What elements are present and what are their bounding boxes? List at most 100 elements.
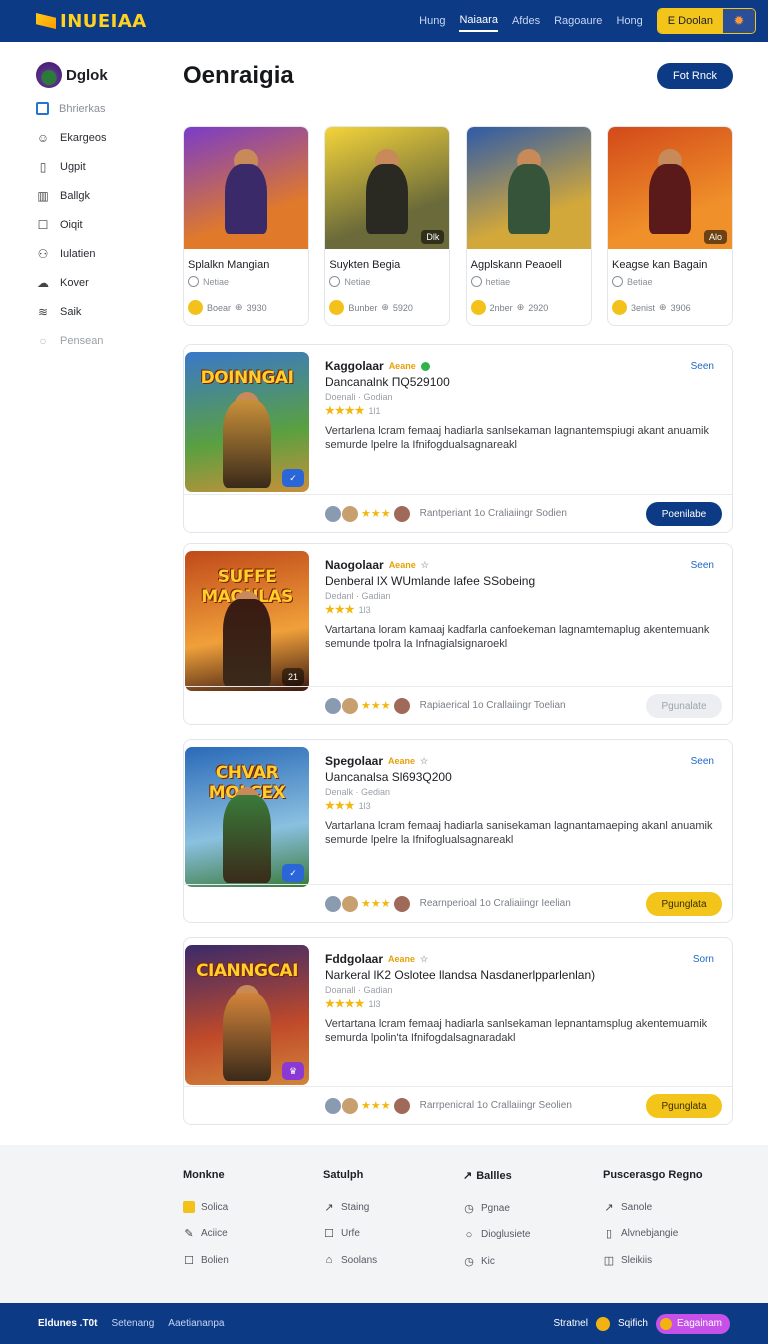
logo[interactable]: INUEIAA	[36, 11, 147, 32]
sidebar-item-2[interactable]: ☺ Ekargeos	[36, 123, 166, 152]
star-outline-icon[interactable]: ☆	[420, 756, 428, 767]
listing-description: Vertartana lcram femaaj hadiarla sanlsek…	[325, 1018, 708, 1044]
bottom-link[interactable]: Aaetiananpa	[168, 1318, 224, 1329]
listing-price: Uancanalsa Sl693Q200	[325, 770, 452, 784]
coin-icon	[470, 300, 486, 315]
footer-link[interactable]: ◫ Sleikiis	[603, 1247, 743, 1274]
stars-icon: ★★★	[361, 1100, 391, 1112]
footer-link[interactable]: ✎ Aciice	[183, 1221, 323, 1248]
listing-thumbnail[interactable]: DOINNGAI ✓	[185, 352, 309, 492]
listing-thumbnail[interactable]: CIANNGCAI ♛	[185, 945, 309, 1085]
save-link[interactable]: Seen	[691, 361, 714, 372]
footer-link[interactable]: ○ Dioglusiete	[463, 1222, 603, 1249]
listing-action-button[interactable]: Pgunglata	[646, 1094, 722, 1118]
character-figure-shape	[225, 163, 267, 234]
avatar[interactable]	[36, 62, 62, 88]
featured-card[interactable]: Dlk Suykten Begia Netiae Bunber ⊕ 5920	[324, 126, 451, 326]
nav-item-5[interactable]: Hong	[616, 11, 642, 31]
listing-action-button[interactable]: Poenilabe	[646, 502, 722, 526]
nav-item-1[interactable]: Hung	[419, 11, 445, 31]
radio-icon[interactable]	[470, 276, 482, 287]
footer-link[interactable]: ▯ Alvnebjangie	[603, 1221, 743, 1248]
sidebar-item-label: Iulatien	[60, 247, 96, 260]
featured-thumbnail[interactable]	[466, 127, 591, 249]
featured-thumbnail[interactable]: Dlk	[325, 127, 450, 249]
bottom-link[interactable]: Eldunes .T0t	[38, 1318, 97, 1329]
star-outline-icon[interactable]: ☆	[421, 560, 429, 571]
featured-thumbnail[interactable]: Alo	[607, 127, 732, 249]
radio-icon[interactable]	[188, 276, 199, 287]
square-icon: ☐	[37, 217, 49, 232]
footer-link[interactable]: ◷ Pgnae	[463, 1195, 603, 1222]
star-outline-icon[interactable]: ☆	[420, 954, 428, 965]
radio-icon[interactable]	[611, 276, 623, 287]
footer-link[interactable]: ↗ Staing	[323, 1194, 463, 1221]
footer-column-title: Puscerasgo Regno	[603, 1169, 703, 1181]
square-icon	[36, 102, 49, 115]
footer-link[interactable]: ☐ Urfe	[323, 1221, 463, 1248]
sidebar-item-8[interactable]: ≋ Saik	[36, 297, 166, 326]
sidebar-item-7[interactable]: ☁ Kover	[36, 268, 166, 297]
save-link[interactable]: Seen	[691, 560, 714, 571]
featured-card[interactable]: Splalkn Mangian Netiae Boear ⊕ 3930	[183, 126, 309, 326]
sidebar-item-label: Ekargeos	[60, 131, 107, 144]
verified-icon: ✓	[282, 469, 304, 487]
rating-value: 1l3	[358, 801, 371, 811]
eye-icon: ⊕	[381, 302, 389, 312]
bottom-right-label[interactable]: Stratnel	[553, 1318, 587, 1329]
listing-thumbnail[interactable]: SUFFE MAONLAS 21	[185, 551, 309, 691]
featured-title: Keagse kan Bagain	[611, 259, 708, 271]
page-title: Oenraigia	[183, 62, 294, 89]
avatar	[393, 505, 410, 522]
hero-figure-shape	[223, 993, 271, 1081]
footer-link[interactable]: ◷ Kic	[463, 1248, 603, 1275]
footer-link[interactable]: ↗ Sanole	[603, 1194, 743, 1221]
explore-button[interactable]: Eagainam	[655, 1313, 730, 1334]
sidebar-item-6[interactable]: ⚇ Iulatien	[36, 239, 166, 268]
featured-thumbnail[interactable]	[184, 127, 308, 249]
save-link[interactable]: Seen	[691, 756, 714, 767]
user-icon: ☺	[36, 130, 50, 145]
avatar	[342, 697, 358, 714]
listing-thumbnail[interactable]: CHVAR MOLCEX ✓	[185, 747, 309, 887]
nav-item-3[interactable]: Afdes	[512, 11, 540, 31]
feedback-button[interactable]: Fot Rnck	[656, 63, 733, 89]
radio-icon[interactable]	[329, 276, 341, 287]
listing-action-button[interactable]: Pgunalate	[646, 694, 722, 718]
signin-button[interactable]: E Doolan	[657, 9, 723, 33]
featured-card[interactable]: Alo Keagse kan Bagain Betiae 3enist ⊕ 3906	[606, 126, 733, 326]
sidebar-item-label: Ballgk	[60, 189, 90, 202]
nav-item-2[interactable]: Naiaara	[459, 10, 498, 32]
bottom-link[interactable]: Setenang	[111, 1318, 154, 1329]
footer-link[interactable]: Solica	[183, 1194, 323, 1221]
avatar	[342, 505, 358, 522]
sidebar-item-3[interactable]: ▯ Ugpit	[36, 152, 166, 181]
bottom-right-label[interactable]: Sqifich	[618, 1318, 648, 1329]
avatar	[325, 697, 341, 714]
featured-games: Splalkn Mangian Netiae Boear ⊕ 3930 Dlk Su…	[183, 126, 733, 326]
main-content: Oenraigia Fot Rnck Splalkn Mangian Netia…	[183, 58, 733, 1125]
listing-rating: ★★★★ 1l3	[325, 997, 715, 1010]
featured-card[interactable]: Agplskann Peaoell hetiae 2nber ⊕ 2920	[465, 126, 592, 326]
nav-item-4[interactable]: Ragoaure	[554, 11, 602, 31]
sidebar-item-9[interactable]: ○ Pensean	[36, 326, 166, 355]
gear-icon[interactable]: ✹	[723, 9, 755, 33]
footer-column: Satulph ↗ Staing ☐ Urfe ⌂ Soolans	[323, 1169, 463, 1275]
save-link[interactable]: Sorn	[693, 954, 714, 965]
clock-icon: ◷	[464, 1202, 474, 1215]
listing-action-button[interactable]: Pgunglata	[646, 892, 722, 916]
sidebar-item-1[interactable]: Bhrierkas	[36, 94, 166, 123]
sidebar: Dglok Bhrierkas ☺ Ekargeos ▯ Ugpit ▥ Bal…	[36, 60, 166, 355]
footer-link[interactable]: ☐ Bolien	[183, 1247, 323, 1274]
sidebar-item-5[interactable]: ☐ Oiqit	[36, 210, 166, 239]
sidebar-item-4[interactable]: ▥ Ballgk	[36, 181, 166, 210]
document-icon: ▯	[39, 159, 47, 174]
footer-link[interactable]: ⌂ Soolans	[323, 1247, 463, 1274]
listing-price: Denberal lX WUmlande lafee SSobeing	[325, 574, 536, 588]
listing-price: Narkeral lK2 Oslotee llandsa Nasdanerlpp…	[325, 968, 596, 982]
top-nav: Hung Naiaara Afdes Ragoaure Hong	[419, 10, 643, 32]
sidebar-item-label: Pensean	[60, 334, 104, 347]
featured-title: Agplskann Peaoell	[470, 259, 562, 271]
link-icon: ↗	[604, 1201, 614, 1214]
circle-icon: ○	[39, 333, 47, 348]
